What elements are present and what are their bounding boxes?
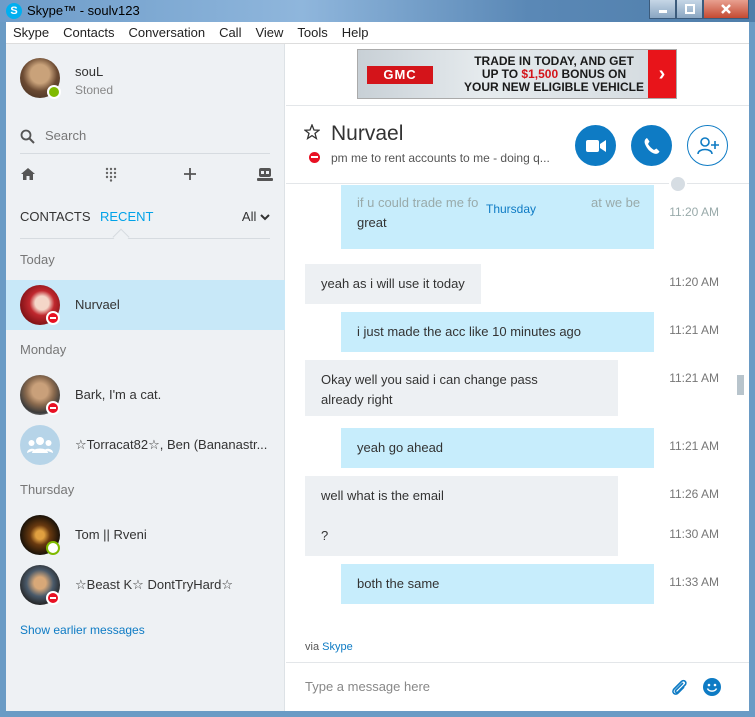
skype-window: souL Stoned Search CONTACTS RECENT All T… (6, 44, 749, 711)
contact-name: Tom || Rveni (75, 527, 147, 542)
contact-bark[interactable]: Bark, I'm a cat. (6, 370, 285, 420)
skype-logo-icon: S (6, 3, 22, 19)
phone-icon (644, 137, 659, 154)
tab-contacts[interactable]: CONTACTS (20, 209, 91, 224)
bot-icon[interactable] (256, 166, 274, 182)
away-status-icon (46, 541, 60, 555)
menu-view[interactable]: View (248, 22, 290, 43)
ad-brand: GMC (367, 66, 433, 84)
conversation-header: Nurvael pm me to rent accounts to me - d… (286, 106, 749, 184)
contact-name: Bark, I'm a cat. (75, 387, 162, 402)
window-controls (649, 0, 749, 19)
message-bubble[interactable]: i just made the acc like 10 minutes ago (341, 312, 654, 352)
filter-dropdown[interactable]: All (242, 209, 270, 224)
conversation-pane: GMC TRADE IN TODAY, AND GET UP TO $1,500… (286, 44, 749, 711)
day-divider: Thursday (485, 202, 537, 216)
message-time: 11:20 AM (669, 275, 719, 289)
title-bar: S Skype™ - soulv123 (0, 0, 755, 22)
message-input-placeholder: Type a message here (305, 679, 431, 694)
contact-beast[interactable]: ☆Beast K☆ DontTryHard☆ (6, 560, 285, 610)
close-icon (721, 4, 731, 14)
message-bubble[interactable]: ? (305, 516, 618, 556)
contact-nurvael[interactable]: Nurvael (6, 280, 285, 330)
section-today: Today (20, 252, 55, 267)
message-time: 11:21 AM (669, 371, 719, 385)
quick-actions (20, 166, 273, 186)
chevron-right-icon: › (648, 50, 676, 98)
menu-call[interactable]: Call (212, 22, 248, 43)
show-earlier-link[interactable]: Show earlier messages (20, 623, 145, 637)
menu-skype[interactable]: Skype (6, 22, 56, 43)
window-title: Skype™ - soulv123 (27, 3, 140, 18)
profile-mood: Stoned (75, 83, 114, 97)
message-time: 11:33 AM (669, 575, 719, 589)
message-list: if u could trade me fo at we be great 11… (286, 185, 736, 635)
message-time: 11:30 AM (669, 527, 719, 541)
attachment-icon[interactable] (669, 677, 689, 697)
section-monday: Monday (20, 342, 67, 357)
video-camera-icon (585, 139, 606, 152)
contacts-tabs: CONTACTS RECENT All (20, 207, 270, 246)
tab-indicator (112, 228, 130, 246)
favorite-star-icon[interactable] (304, 124, 320, 140)
scrollbar-thumb[interactable] (737, 375, 744, 395)
via-label: via Skype (305, 641, 353, 653)
home-icon[interactable] (20, 166, 36, 182)
profile-name: souL (75, 64, 104, 79)
contact-name: ☆Beast K☆ DontTryHard☆ (75, 577, 234, 592)
tab-recent[interactable]: RECENT (100, 209, 153, 224)
conversation-mood: pm me to rent accounts to me - doing q..… (331, 151, 550, 165)
group-avatar (20, 425, 60, 465)
contact-tom[interactable]: Tom || Rveni (6, 510, 285, 560)
search-box[interactable]: Search (20, 124, 270, 154)
group-icon (27, 437, 53, 453)
dnd-status-icon (309, 152, 320, 163)
minimize-button[interactable] (649, 0, 676, 19)
message-bubble[interactable]: yeah as i will use it today (305, 264, 481, 304)
video-call-button[interactable] (575, 125, 616, 166)
contact-group[interactable]: ☆Torracat82☆, Ben (Bananastr... (6, 420, 285, 470)
message-bubble[interactable]: Okay well you said i can change pass alr… (305, 360, 618, 416)
via-skype-link[interactable]: Skype (322, 641, 353, 653)
message-bubble-partial[interactable]: if u could trade me fo at we be great (341, 185, 654, 249)
section-thursday: Thursday (20, 482, 75, 497)
ad-banner[interactable]: GMC TRADE IN TODAY, AND GET UP TO $1,500… (357, 49, 677, 99)
menu-bar: Skype Contacts Conversation Call View To… (6, 22, 749, 44)
menu-contacts[interactable]: Contacts (56, 22, 121, 43)
message-bubble[interactable]: both the same (341, 564, 654, 604)
add-person-icon (696, 136, 719, 154)
conversation-title: Nurvael (331, 122, 404, 145)
message-composer[interactable]: Type a message here (286, 662, 749, 711)
maximize-button[interactable] (676, 0, 703, 19)
maximize-icon (684, 4, 695, 14)
message-bubble[interactable]: well what is the email (305, 476, 618, 516)
menu-tools[interactable]: Tools (290, 22, 334, 43)
dnd-status-icon (46, 311, 60, 325)
search-icon (20, 129, 35, 144)
contact-name: Nurvael (75, 297, 120, 312)
dialpad-icon[interactable] (103, 166, 119, 182)
message-bubble[interactable]: yeah go ahead (341, 428, 654, 468)
sidebar: souL Stoned Search CONTACTS RECENT All T… (6, 44, 285, 711)
online-status-icon (47, 85, 61, 99)
chevron-down-icon (260, 214, 270, 221)
message-time: 11:21 AM (669, 323, 719, 337)
menu-help[interactable]: Help (335, 22, 376, 43)
add-icon[interactable] (182, 166, 198, 182)
message-time: 11:26 AM (669, 487, 719, 501)
filter-label: All (241, 209, 257, 224)
add-people-button[interactable] (687, 125, 728, 166)
emoticon-icon[interactable] (702, 677, 722, 697)
close-button[interactable] (703, 0, 749, 19)
audio-call-button[interactable] (631, 125, 672, 166)
dnd-status-icon (46, 591, 60, 605)
search-placeholder: Search (45, 128, 87, 143)
message-time: 11:21 AM (669, 439, 719, 453)
dnd-status-icon (46, 401, 60, 415)
minimize-icon (658, 10, 667, 13)
contact-name: ☆Torracat82☆, Ben (Bananastr... (75, 437, 268, 452)
ad-line-3: YOUR NEW ELIGIBLE VEHICLE (463, 80, 644, 94)
menu-conversation[interactable]: Conversation (121, 22, 212, 43)
